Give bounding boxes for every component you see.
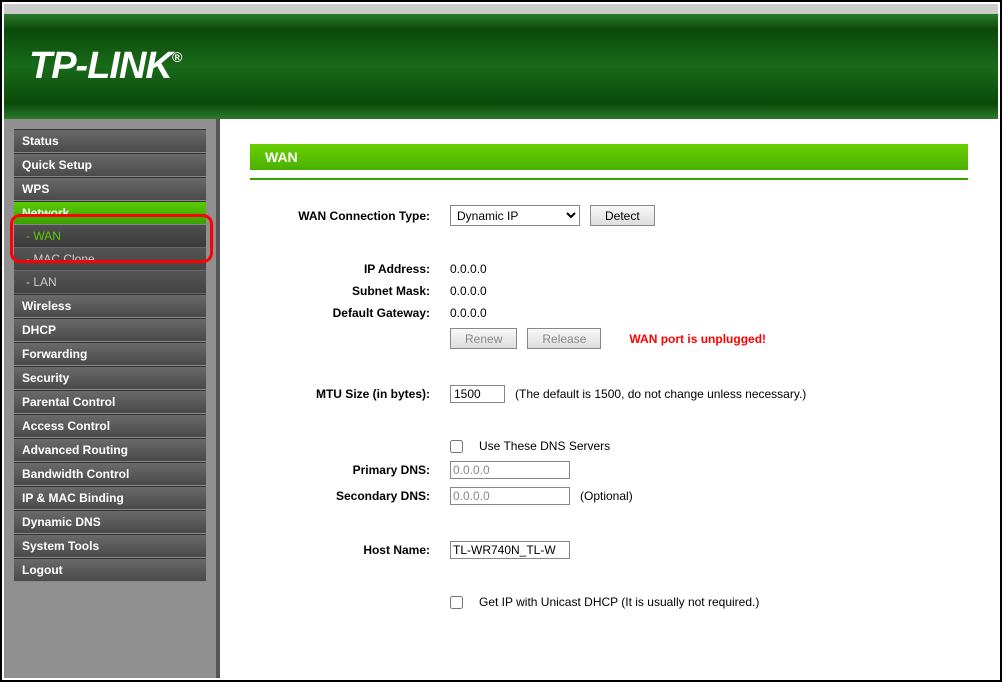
ip-label: IP Address: <box>250 262 450 276</box>
nav-quick-setup[interactable]: Quick Setup <box>14 153 206 177</box>
nav-sub-mac-clone[interactable]: - MAC Clone <box>14 248 206 271</box>
host-input[interactable] <box>450 541 570 559</box>
detect-button[interactable]: Detect <box>590 205 655 226</box>
unicast-label: Get IP with Unicast DHCP (It is usually … <box>479 595 759 609</box>
nav-sub-wan[interactable]: - WAN <box>14 225 206 248</box>
mtu-note: (The default is 1500, do not change unle… <box>515 387 806 401</box>
nav-system-tools[interactable]: System Tools <box>14 534 206 558</box>
pdns-input[interactable] <box>450 461 570 479</box>
header: TP-LINK® <box>4 4 998 119</box>
nav-network[interactable]: Network <box>14 201 206 225</box>
conn-type-select[interactable]: Dynamic IP <box>450 205 580 226</box>
page-title: WAN <box>250 144 968 170</box>
nav-security[interactable]: Security <box>14 366 206 390</box>
dns-checkbox[interactable] <box>450 440 463 453</box>
host-label: Host Name: <box>250 543 450 557</box>
nav-logout[interactable]: Logout <box>14 558 206 582</box>
release-button[interactable]: Release <box>527 328 601 349</box>
nav-advanced-routing[interactable]: Advanced Routing <box>14 438 206 462</box>
nav-dhcp[interactable]: DHCP <box>14 318 206 342</box>
renew-button[interactable]: Renew <box>450 328 517 349</box>
unicast-checkbox[interactable] <box>450 596 463 609</box>
nav-parental-control[interactable]: Parental Control <box>14 390 206 414</box>
sdns-input[interactable] <box>450 487 570 505</box>
nav-access-control[interactable]: Access Control <box>14 414 206 438</box>
nav-ip-mac-binding[interactable]: IP & MAC Binding <box>14 486 206 510</box>
mtu-input[interactable] <box>450 385 505 403</box>
sidebar: Status Quick Setup WPS Network - WAN - M… <box>4 119 220 678</box>
mask-value: 0.0.0.0 <box>450 284 487 298</box>
conn-type-label: WAN Connection Type: <box>250 209 450 223</box>
mask-label: Subnet Mask: <box>250 284 450 298</box>
dns-check-label: Use These DNS Servers <box>479 439 610 453</box>
nav-forwarding[interactable]: Forwarding <box>14 342 206 366</box>
nav-dynamic-dns[interactable]: Dynamic DNS <box>14 510 206 534</box>
wan-warning: WAN port is unplugged! <box>629 332 766 346</box>
ip-value: 0.0.0.0 <box>450 262 487 276</box>
sdns-note: (Optional) <box>580 489 633 503</box>
nav-bandwidth-control[interactable]: Bandwidth Control <box>14 462 206 486</box>
pdns-label: Primary DNS: <box>250 463 450 477</box>
nav-wps[interactable]: WPS <box>14 177 206 201</box>
sdns-label: Secondary DNS: <box>250 489 450 503</box>
nav-wireless[interactable]: Wireless <box>14 294 206 318</box>
content-area: WAN WAN Connection Type: Dynamic IP Dete… <box>220 119 998 678</box>
brand-logo: TP-LINK® <box>29 45 181 88</box>
gw-value: 0.0.0.0 <box>450 306 487 320</box>
nav-status[interactable]: Status <box>14 129 206 153</box>
nav-sub-lan[interactable]: - LAN <box>14 271 206 294</box>
mtu-label: MTU Size (in bytes): <box>250 387 450 401</box>
divider <box>250 178 968 180</box>
gw-label: Default Gateway: <box>250 306 450 320</box>
